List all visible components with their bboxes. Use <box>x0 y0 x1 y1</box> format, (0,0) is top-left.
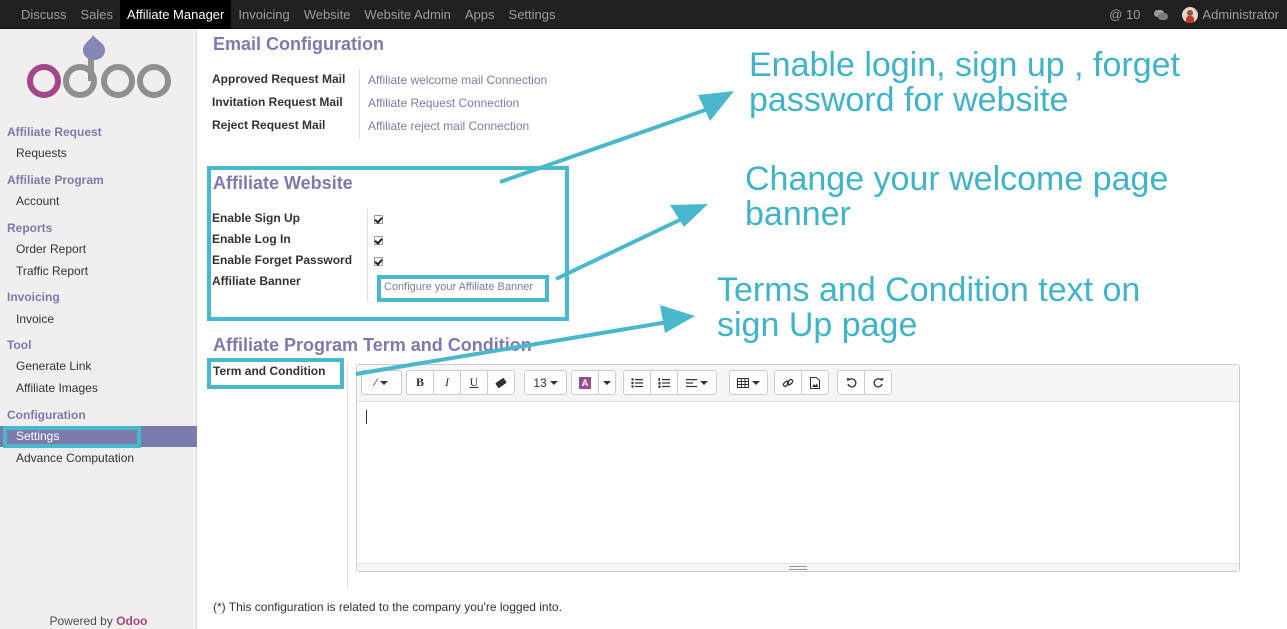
link-icon[interactable] <box>774 370 802 395</box>
reject-request-mail-label: Reject Request Mail <box>212 118 326 132</box>
sidebar-section-tool: Tool <box>7 338 32 352</box>
top-navbar: Discuss Sales Affiliate Manager Invoicin… <box>0 0 1287 29</box>
menu-invoicing[interactable]: Invoicing <box>231 0 296 29</box>
text-cursor <box>366 410 367 424</box>
main-content: Email Configuration Approved Request Mai… <box>198 29 1287 629</box>
undo-icon[interactable] <box>837 370 865 395</box>
sidebar-section-reports: Reports <box>7 221 53 235</box>
terms-divider <box>347 362 348 589</box>
avatar[interactable] <box>1182 6 1199 23</box>
chat-icon[interactable] <box>1154 9 1169 20</box>
sidebar-item-requests[interactable]: Requests <box>16 146 67 160</box>
style-dropdown[interactable]: ⁄ <box>361 370 402 395</box>
powered-by: Powered by Odoo <box>0 614 197 628</box>
invitation-request-mail-label: Invitation Request Mail <box>212 95 343 109</box>
powered-by-brand[interactable]: Odoo <box>116 614 147 628</box>
sidebar-section-invoicing: Invoicing <box>7 290 60 304</box>
sidebar-item-account[interactable]: Account <box>16 194 59 208</box>
banner-highlight-box <box>377 275 549 302</box>
menu-apps[interactable]: Apps <box>458 0 502 29</box>
menu-settings[interactable]: Settings <box>502 0 563 29</box>
editor-resize-handle[interactable] <box>357 563 1239 571</box>
annotation-3: Terms and Condition text on sign Up page <box>717 273 1140 343</box>
font-size-dropdown[interactable]: 13 <box>524 370 567 395</box>
redo-icon[interactable] <box>864 370 892 395</box>
magic-wand-icon: ⁄ <box>375 376 377 389</box>
sidebar-item-order-report[interactable]: Order Report <box>16 242 86 256</box>
main-menu: Discuss Sales Affiliate Manager Invoicin… <box>14 0 563 29</box>
paragraph-align-dropdown[interactable] <box>677 370 717 395</box>
sidebar-section-affiliate-program: Affiliate Program <box>7 173 104 187</box>
eraser-icon[interactable] <box>487 370 515 395</box>
menu-website[interactable]: Website <box>297 0 358 29</box>
sidebar-item-generate-link[interactable]: Generate Link <box>16 359 91 373</box>
approved-request-mail-label: Approved Request Mail <box>212 72 346 86</box>
annotation-2-line-2: banner <box>745 195 851 233</box>
company-footnote: (*) This configuration is related to the… <box>213 600 562 614</box>
image-icon[interactable] <box>801 370 829 395</box>
table-icon <box>737 377 749 388</box>
annotation-1-line-1: Enable login, sign up , forget <box>749 46 1180 84</box>
menu-website-admin[interactable]: Website Admin <box>357 0 457 29</box>
underline-icon[interactable]: U <box>460 370 488 395</box>
annotation-2: Change your welcome page banner <box>745 162 1168 232</box>
sidebar-item-invoice[interactable]: Invoice <box>16 312 54 326</box>
color-dropdown-caret[interactable] <box>598 370 616 395</box>
align-left-icon <box>686 378 697 387</box>
sidebar-item-traffic-report[interactable]: Traffic Report <box>16 264 88 278</box>
annotation-1-line-2: password for website <box>749 81 1069 119</box>
odoo-logo <box>27 35 171 98</box>
powered-by-text: Powered by <box>49 614 113 628</box>
menu-sales[interactable]: Sales <box>74 0 121 29</box>
sidebar: Affiliate Request Requests Affiliate Pro… <box>0 29 197 629</box>
editor-toolbar: ⁄ B I U 13 A <box>357 365 1239 402</box>
sidebar-section-configuration: Configuration <box>7 408 86 422</box>
rich-text-editor[interactable]: ⁄ B I U 13 A <box>356 364 1240 572</box>
ordered-list-icon[interactable] <box>650 370 678 395</box>
sidebar-item-advance-computation[interactable]: Advance Computation <box>16 451 134 465</box>
annotation-3-line-2: sign Up page <box>717 306 918 344</box>
font-size-value: 13 <box>533 375 547 390</box>
table-dropdown[interactable] <box>729 370 768 395</box>
email-config-title: Email Configuration <box>213 34 384 54</box>
email-config-divider <box>359 69 360 139</box>
sidebar-section-affiliate-request: Affiliate Request <box>7 125 102 139</box>
topbar-right: @ 10 Administrator <box>1109 0 1279 29</box>
reject-request-mail-value[interactable]: Affiliate reject mail Connection <box>368 119 529 133</box>
user-menu[interactable]: Administrator <box>1202 7 1279 22</box>
unordered-list-icon[interactable] <box>623 370 651 395</box>
annotation-3-line-1: Terms and Condition text on <box>717 271 1141 309</box>
settings-highlight-box <box>3 426 141 448</box>
annotation-2-line-1: Change your welcome page <box>745 160 1169 198</box>
approved-request-mail-value[interactable]: Affiliate welcome mail Connection <box>368 73 547 87</box>
menu-affiliate-manager[interactable]: Affiliate Manager <box>120 0 232 29</box>
italic-icon[interactable]: I <box>433 370 461 395</box>
annotation-1: Enable login, sign up , forget password … <box>749 48 1180 118</box>
sidebar-item-affiliate-images[interactable]: Affiliate Images <box>16 381 98 395</box>
bold-icon[interactable]: B <box>406 370 434 395</box>
invitation-request-mail-value[interactable]: Affiliate Request Connection <box>368 96 519 110</box>
menu-discuss[interactable]: Discuss <box>14 0 74 29</box>
terms-title: Affiliate Program Term and Condition <box>213 335 532 355</box>
text-color-icon[interactable]: A <box>571 370 599 395</box>
terms-highlight-box <box>207 358 344 389</box>
notification-counter[interactable]: @ 10 <box>1109 7 1140 22</box>
